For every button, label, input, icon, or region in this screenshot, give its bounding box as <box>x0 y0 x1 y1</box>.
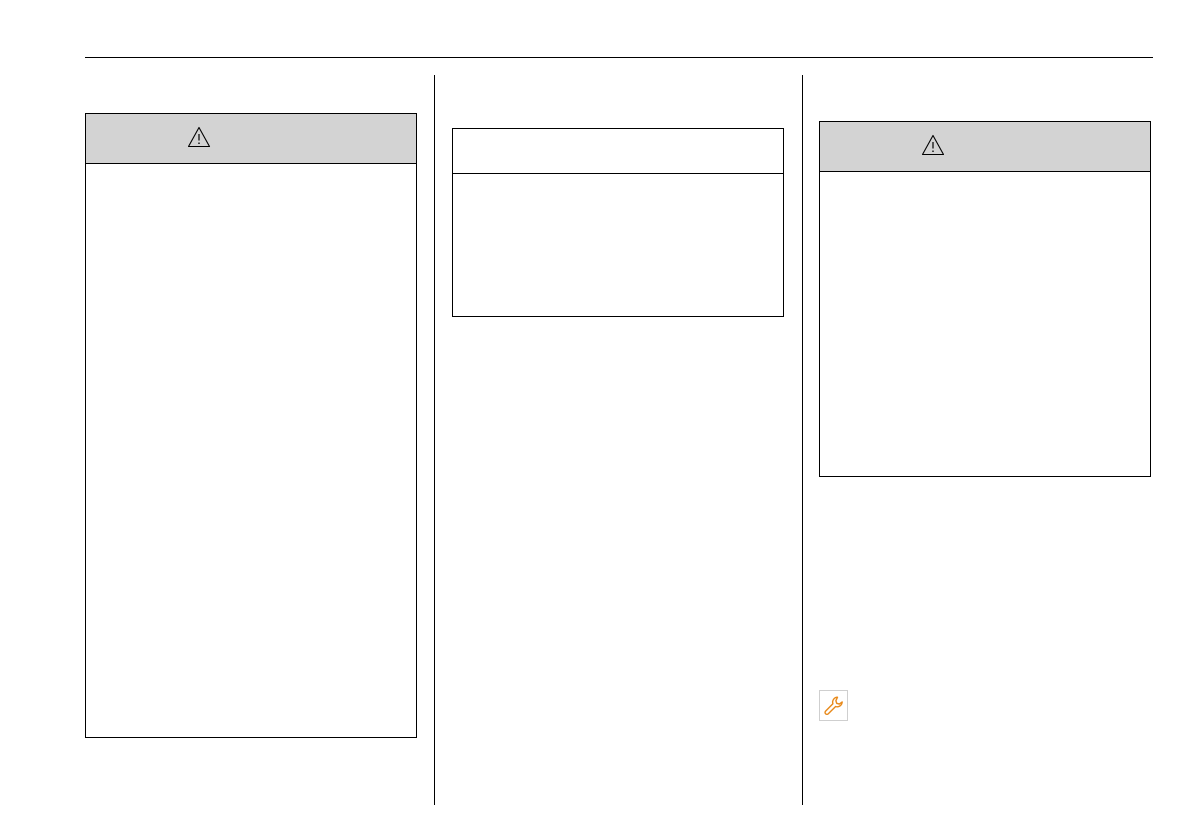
top-rule <box>85 57 1153 58</box>
warning-box-right-header <box>820 122 1150 172</box>
wrench-icon <box>824 696 843 715</box>
column-divider-left <box>434 75 435 805</box>
warning-triangle-icon <box>921 134 945 156</box>
warning-box-right <box>819 121 1151 477</box>
warning-triangle-icon <box>187 126 211 148</box>
warning-box-left-header <box>86 114 416 164</box>
note-box-middle <box>452 128 784 317</box>
note-box-middle-header <box>453 129 783 174</box>
column-divider-right <box>802 75 803 805</box>
warning-box-left <box>85 113 417 738</box>
service-wrench-badge <box>819 690 848 721</box>
